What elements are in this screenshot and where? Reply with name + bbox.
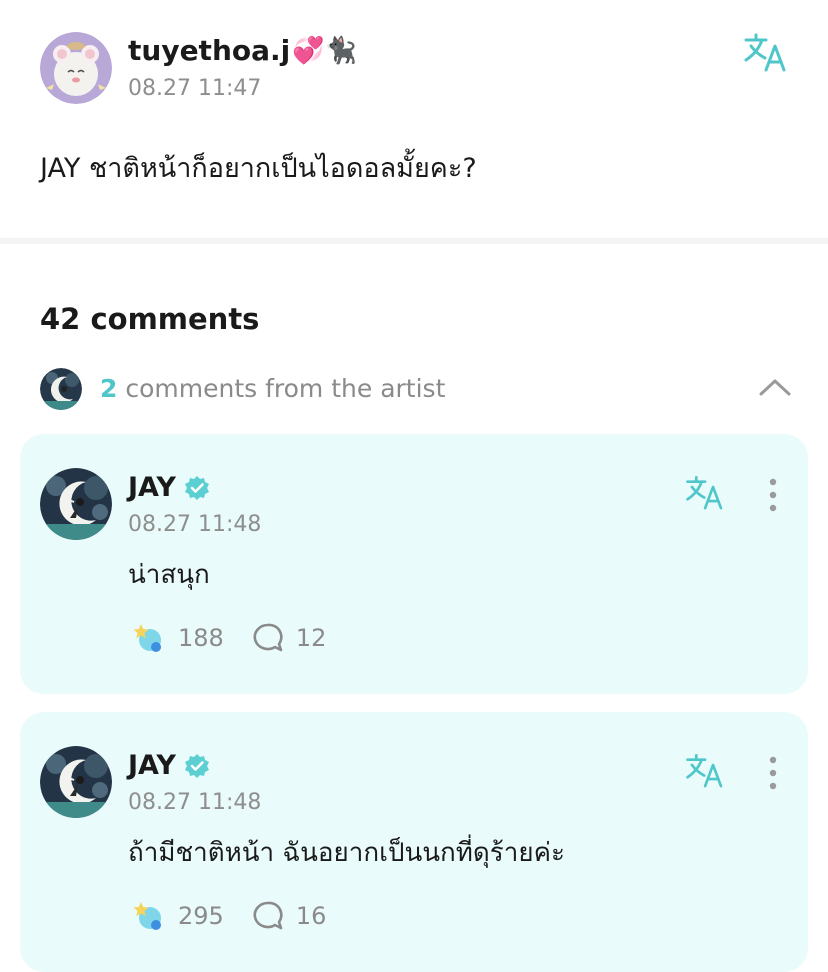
artist-comments-toggle[interactable]: 2 comments from the artist: [40, 368, 792, 410]
verified-badge-icon: [184, 753, 209, 778]
artist-name-row[interactable]: JAY: [128, 472, 210, 503]
artist-comments-label[interactable]: 2 comments from the artist: [100, 374, 445, 403]
user-avatar[interactable]: [40, 32, 112, 104]
author-emoji: 💞🐈‍⬛: [292, 35, 357, 66]
comment-bubble-icon[interactable]: [252, 622, 284, 654]
reaction-count: 295: [178, 902, 224, 930]
reaction-icon[interactable]: [130, 620, 166, 656]
post-timestamp: 08.27 11:47: [128, 76, 262, 101]
comment-timestamp: 08.27 11:48: [128, 512, 262, 537]
artist-name[interactable]: JAY: [128, 472, 176, 503]
reply-count: 16: [295, 902, 327, 930]
comment-bubble-icon[interactable]: [252, 900, 284, 932]
chevron-up-icon[interactable]: [758, 376, 792, 398]
artist-name-row[interactable]: JAY: [128, 750, 210, 781]
comment-text: ถ้ามีชาติหน้า ฉันอยากเป็นนกที่ดุร้ายค่ะ: [128, 838, 565, 868]
translate-icon[interactable]: [684, 474, 728, 514]
translate-icon[interactable]: [742, 32, 792, 76]
artist-comment-card: JAY 08.27 11:48 ถ้ามีชาติหน้า ฉันอยากเป็…: [20, 712, 808, 972]
comment-timestamp: 08.27 11:48: [128, 790, 262, 815]
section-divider: [0, 238, 828, 244]
artist-avatar[interactable]: [40, 468, 112, 540]
author-name[interactable]: tuyethoa.j: [128, 34, 290, 67]
reply-count: 12: [295, 624, 327, 652]
translate-icon[interactable]: [684, 752, 728, 792]
artist-avatar[interactable]: [40, 746, 112, 818]
comment-text: น่าสนุก: [128, 560, 210, 590]
artist-comment-card: JAY 08.27 11:48 น่าสนุก 188 12: [20, 434, 808, 694]
reaction-icon[interactable]: [130, 898, 166, 934]
artist-name[interactable]: JAY: [128, 750, 176, 781]
comment-stats: 188 12: [130, 620, 326, 656]
verified-badge-icon: [184, 475, 209, 500]
artist-avatar: [40, 368, 82, 410]
artist-comment-count: 2: [100, 374, 118, 403]
more-options-icon[interactable]: [760, 754, 786, 792]
artist-comment-text: comments from the artist: [117, 374, 446, 403]
post-header: tuyethoa.j 💞🐈‍⬛ 08.27 11:47: [40, 32, 800, 104]
post-author[interactable]: tuyethoa.j 💞🐈‍⬛: [128, 34, 357, 67]
comments-count: 42 comments: [40, 302, 260, 336]
comment-stats: 295 16: [130, 898, 326, 934]
more-options-icon[interactable]: [760, 476, 786, 514]
post-body: JAY ชาติหน้าก็อยากเป็นไอดอลมั้ยคะ?: [40, 153, 477, 184]
reaction-count: 188: [178, 624, 224, 652]
